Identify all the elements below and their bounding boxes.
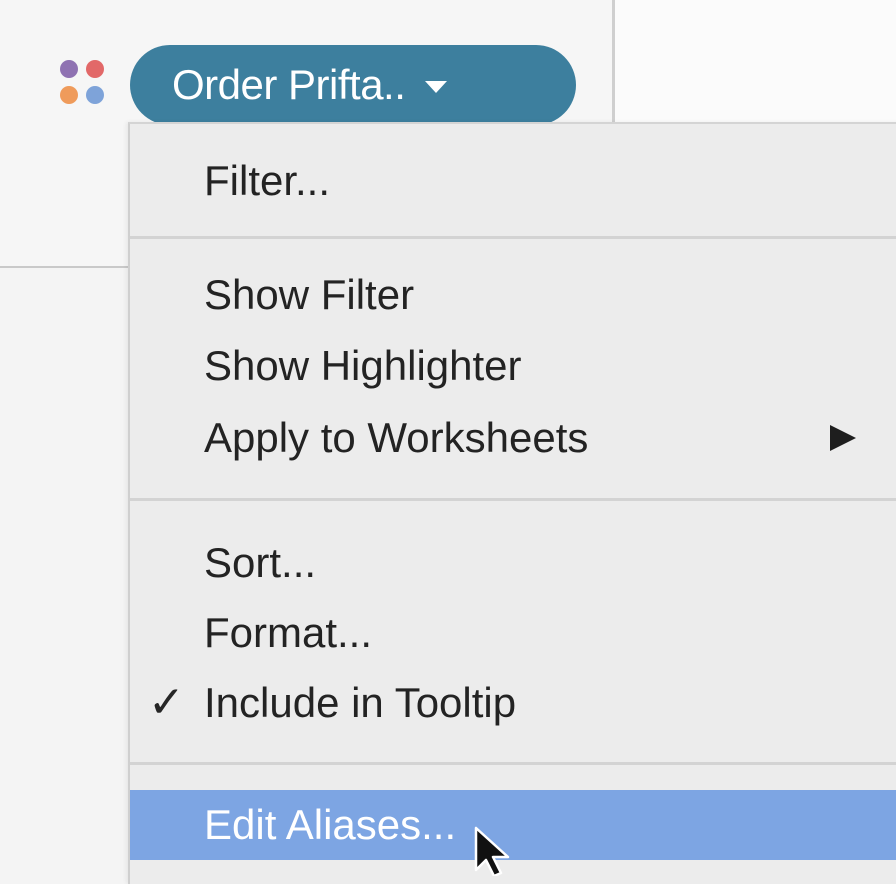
menu-item-label: Show Filter xyxy=(204,271,415,318)
menu-item-label: Show Highlighter xyxy=(204,342,522,389)
menu-item-filter[interactable]: Filter... xyxy=(130,146,896,216)
menu-item-format[interactable]: Format... xyxy=(130,598,896,668)
menu-separator xyxy=(130,762,896,765)
menu-separator xyxy=(130,236,896,239)
menu-item-show-filter[interactable]: Show Filter xyxy=(130,260,896,330)
menu-item-label: Include in Tooltip xyxy=(204,679,517,726)
dot-red xyxy=(86,60,104,78)
dot-orange xyxy=(60,86,78,104)
pill-context-menu: Filter... Show Filter Show Highlighter A… xyxy=(128,122,896,884)
chevron-down-icon[interactable] xyxy=(425,81,448,93)
submenu-arrow-icon xyxy=(830,425,856,451)
menu-item-label: Apply to Worksheets xyxy=(204,414,589,461)
menu-item-show-highlighter[interactable]: Show Highlighter xyxy=(130,331,896,401)
checkmark-icon: ✓ xyxy=(148,678,185,727)
view-panel xyxy=(615,0,896,130)
dot-blue xyxy=(86,86,104,104)
menu-item-label: Sort... xyxy=(204,539,317,586)
menu-item-include-in-tooltip[interactable]: ✓ Include in Tooltip xyxy=(130,668,896,738)
menu-item-sort[interactable]: Sort... xyxy=(130,528,896,598)
order-profit-pill[interactable]: Order Prifta.. xyxy=(130,45,576,125)
menu-item-apply-to-worksheets[interactable]: Apply to Worksheets xyxy=(130,403,896,473)
dot-purple xyxy=(60,60,78,78)
menu-separator xyxy=(130,498,896,501)
menu-item-label: Edit Aliases... xyxy=(204,801,457,848)
mouse-pointer-icon xyxy=(474,826,510,876)
menu-item-label: Filter... xyxy=(204,157,331,204)
pill-label: Order Prifta.. xyxy=(172,61,406,108)
discrete-dimension-icon xyxy=(60,60,112,112)
menu-item-label: Format... xyxy=(204,609,373,656)
